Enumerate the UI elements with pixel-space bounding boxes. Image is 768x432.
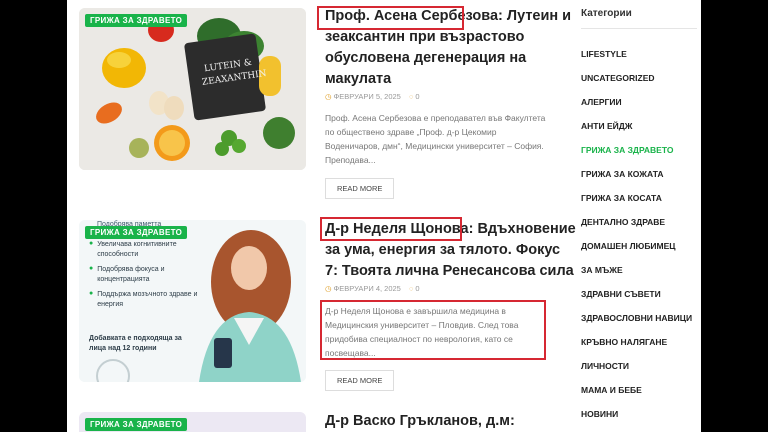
read-more-button[interactable]: READ MORE [325,370,395,391]
sidebar-category-link[interactable]: КРЪВНО НАЛЯГАНЕ [581,337,667,347]
title-line: макулата [325,71,392,87]
sidebar-category-link[interactable]: LIFESTYLE [581,49,627,59]
title-line: обусловена дегенерация на [325,50,527,66]
post-meta: ◷ ФЕВРУАРИ 5, 2025 ◌ 0 [325,92,420,101]
sidebar-category-link[interactable]: НОВИНИ [581,409,618,419]
sidebar-category-link[interactable]: UNCATEGORIZED [581,73,655,83]
post-meta: ◷ ФЕВРУАРИ 4, 2025 ◌ 0 [325,284,420,293]
category-badge[interactable]: ГРИЖА ЗА ЗДРАВЕТО [85,14,188,27]
divider [581,28,697,29]
post-date[interactable]: ФЕВРУАРИ 4, 2025 [334,284,401,293]
sidebar-category-link[interactable]: ЗА МЪЖЕ [581,265,623,275]
post-card: ГРИЖА ЗА ЗДРАВЕТО Д-р Васко Гръкланов, д… [79,404,619,432]
read-more-button[interactable]: READ MORE [325,178,395,199]
comment-icon: ◌ [408,92,414,101]
comment-count[interactable]: 0 [415,284,419,293]
ad-benefit: Подобрява фокуса и концентрацията [97,266,165,283]
title-rest: Вдъхновение [473,221,576,237]
check-icon: ● [89,240,94,247]
category-badge[interactable]: ГРИЖА ЗА ЗДРАВЕТО [85,226,188,239]
title-line: 7: Твоята лична Ренесансова сила [325,263,574,279]
sidebar-category-link[interactable]: ГРИЖА ЗА КОЖАТА [581,169,664,179]
post-title[interactable]: Д-р Васко Гръкланов, д.м: [325,411,615,432]
clock-icon: ◷ [325,92,332,101]
title-line: за ума, енергия за тялото. Фокус [325,242,561,258]
comment-count[interactable]: 0 [415,92,419,101]
highlight-box-title [320,217,462,241]
post-excerpt: Проф. Асена Сербезова е преподавател във… [325,113,546,165]
sidebar-title: Категории [581,8,632,19]
sidebar-category-link[interactable]: ЛИЧНОСТИ [581,361,629,371]
sidebar-category-link[interactable]: ДЕНТАЛНО ЗДРАВЕ [581,217,665,227]
ad-benefits-list: ● Увеличава когнитивните способности ● Под… [89,240,201,315]
post-card: Подобрява паметта ● Увеличава когнитивнит… [79,212,619,392]
post-image[interactable]: ГРИЖА ЗА ЗДРАВЕТО [79,412,306,432]
page: LUTEIN & ZEAXANTHIN ГРИЖА ЗА ЗДРАВЕТО Пр… [67,0,701,432]
sidebar-category-link[interactable]: МАМА И БЕБЕ [581,385,642,395]
sidebar-category-link[interactable]: ЗДРАВНИ СЪВЕТИ [581,289,661,299]
clock-icon: ◷ [325,284,332,293]
post-date[interactable]: ФЕВРУАРИ 5, 2025 [334,92,401,101]
sidebar-category-link[interactable]: ГРИЖА ЗА КОСАТА [581,193,662,203]
ad-benefit: Поддържа мозъчното здраве и енергия [97,291,198,308]
comment-icon: ◌ [408,284,414,293]
sidebar-category-link[interactable]: ЗДРАВОСЛОВНИ НАВИЦИ [581,313,692,323]
category-badge[interactable]: ГРИЖА ЗА ЗДРАВЕТО [85,418,188,431]
vegetables-illustration [79,8,306,170]
check-icon: ● [89,290,94,297]
post-card: LUTEIN & ZEAXANTHIN ГРИЖА ЗА ЗДРАВЕТО Пр… [79,0,619,200]
highlight-box-excerpt [320,300,546,360]
title-rest: Лутеин и [502,8,572,24]
sidebar-category-link[interactable]: ГРИЖА ЗА ЗДРАВЕТО [581,145,673,155]
title-line: зеаксантин при възрастово [325,29,525,45]
ad-note: Добавката е подходяща за лица над 12 год… [89,335,182,352]
check-icon: ● [89,265,94,272]
sidebar-category-link[interactable]: АНТИ ЕЙДЖ [581,121,632,131]
post-image-lutein[interactable]: LUTEIN & ZEAXANTHIN ГРИЖА ЗА ЗДРАВЕТО [79,8,306,170]
sidebar-category-link[interactable]: АЛЕРГИИ [581,97,622,107]
ad-benefit: Увеличава когнитивните способности [97,241,177,258]
sidebar-category-link[interactable]: ДОМАШЕН ЛЮБИМЕЦ [581,241,676,251]
post-image-fokus7[interactable]: Подобрява паметта ● Увеличава когнитивнит… [79,220,306,382]
highlight-box-title [317,6,464,30]
